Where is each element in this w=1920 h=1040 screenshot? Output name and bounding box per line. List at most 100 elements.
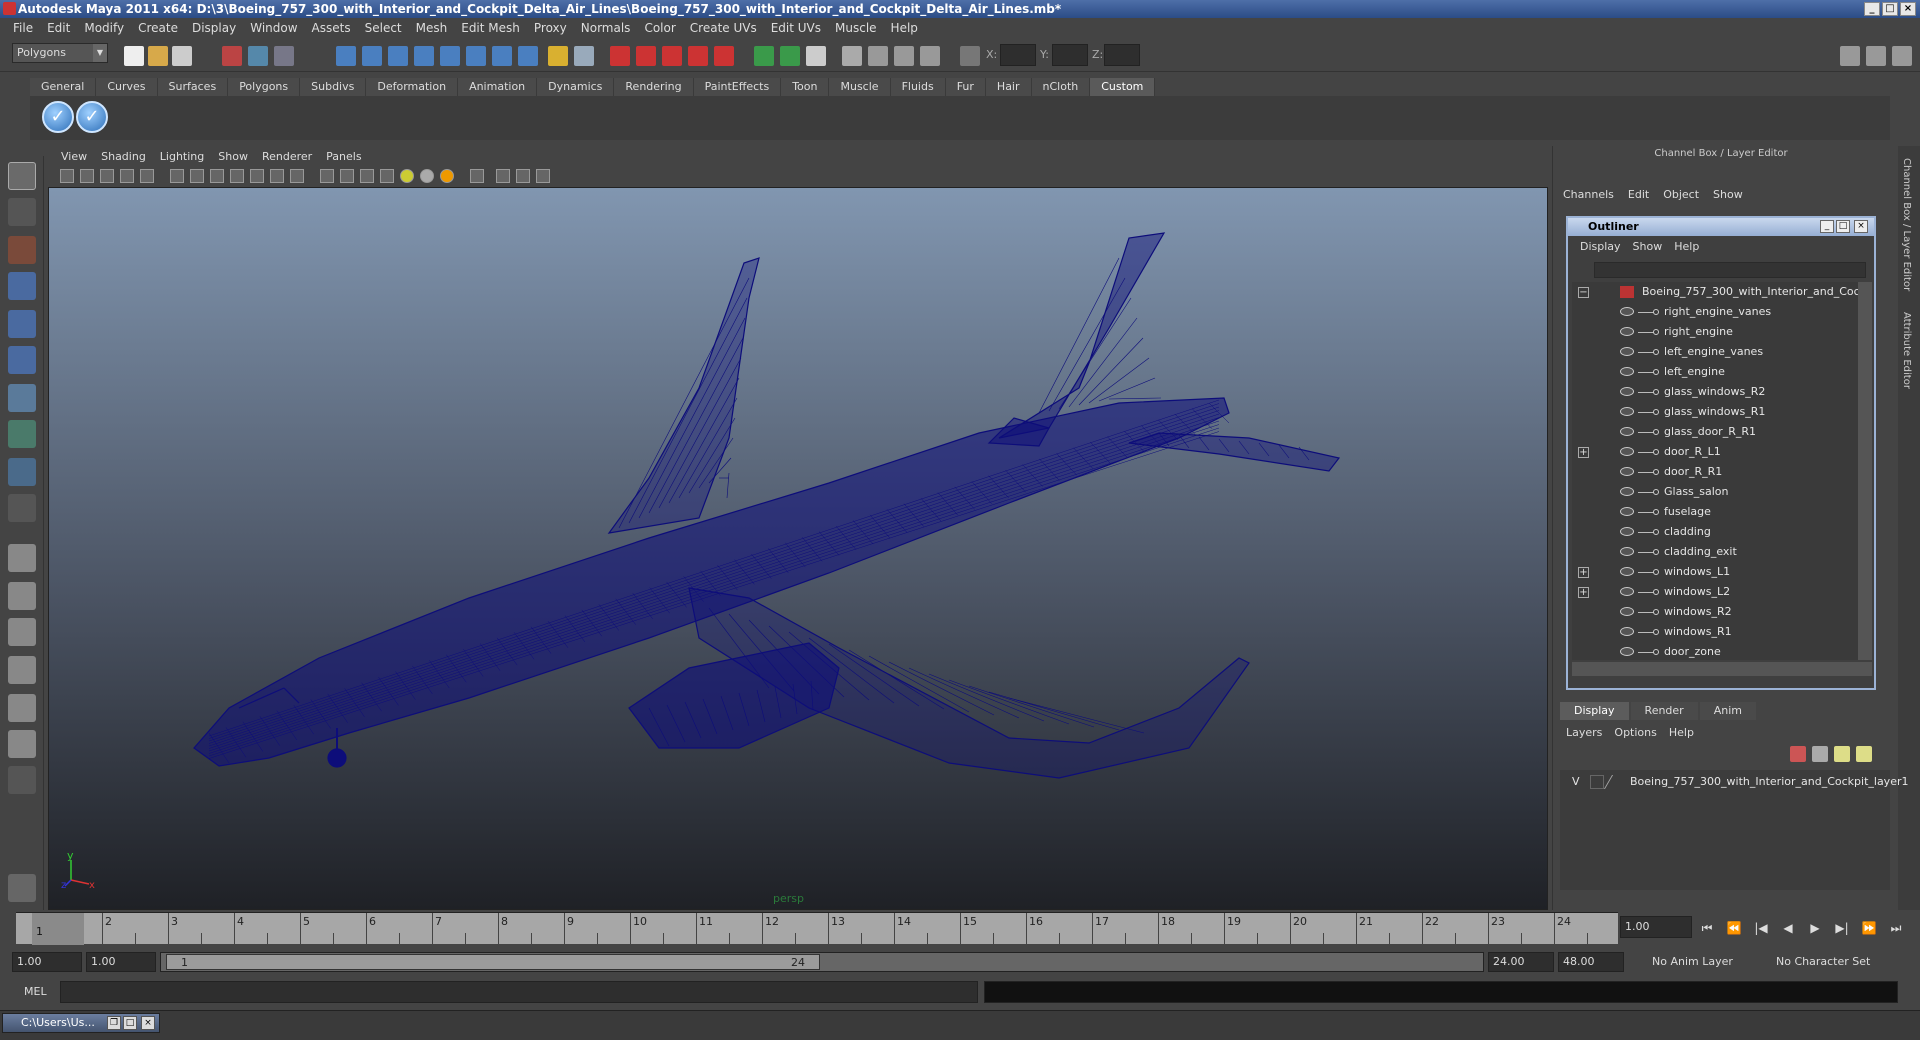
outliner-item[interactable]: left_engine_vanes (1572, 342, 1858, 362)
layer-color-icon[interactable] (1603, 775, 1627, 789)
maximize-button[interactable]: □ (1882, 2, 1898, 16)
menu-edit-uvs[interactable]: Edit UVs (764, 21, 828, 35)
checkmark-shelf-button-2[interactable]: ✓ (76, 101, 108, 133)
outliner-item[interactable]: cladding (1572, 522, 1858, 542)
outliner-help-menu[interactable]: Help (1668, 240, 1705, 253)
outliner-item[interactable]: glass_door_R_R1 (1572, 422, 1858, 442)
shelf-tab-polygons[interactable]: Polygons (228, 78, 301, 96)
wireframe-icon[interactable] (320, 169, 334, 183)
field-chart-icon[interactable] (250, 169, 264, 183)
snap-grid-icon[interactable] (336, 46, 356, 66)
menu-assets[interactable]: Assets (305, 21, 358, 35)
menu-color[interactable]: Color (637, 21, 682, 35)
select-object-icon[interactable] (248, 46, 268, 66)
expand-icon[interactable]: + (1578, 447, 1589, 458)
layer-create-empty-icon[interactable] (1834, 746, 1850, 762)
outliner-show-menu[interactable]: Show (1627, 240, 1669, 253)
select-hierarchy-icon[interactable] (222, 46, 242, 66)
lock-icon[interactable] (548, 46, 568, 66)
layer-visibility-toggle[interactable]: V (1572, 773, 1580, 791)
channel-box-side-tab[interactable]: Channel Box / Layer Editor (1901, 158, 1912, 291)
attribute-icon[interactable] (868, 46, 888, 66)
shelf-tab-general[interactable]: General (30, 78, 97, 96)
new-layer-icon[interactable] (1790, 746, 1806, 762)
step-forward-key-button[interactable]: ⏩ (1858, 918, 1880, 938)
all-lights-icon[interactable] (420, 169, 434, 183)
resolution-gate-icon[interactable] (210, 169, 224, 183)
restore-icon[interactable]: ❐ (107, 1016, 121, 1030)
move-tool-icon[interactable] (8, 272, 36, 300)
play-backward-button[interactable]: ◀ (1777, 918, 1799, 938)
viewport-menu-renderer[interactable]: Renderer (255, 150, 319, 163)
camera-attributes-icon[interactable] (80, 169, 94, 183)
persp-graph-layout-icon[interactable] (8, 656, 36, 684)
outliner-item[interactable]: cladding_exit (1572, 542, 1858, 562)
go-to-end-button[interactable]: ⏭ (1885, 918, 1907, 938)
shelf-tab-toon[interactable]: Toon (781, 78, 830, 96)
outliner-item[interactable]: right_engine_vanes (1572, 302, 1858, 322)
snap-surface-icon[interactable] (688, 46, 708, 66)
object-menu[interactable]: Object (1656, 188, 1706, 201)
outliner-item[interactable]: door_R_R1 (1572, 462, 1858, 482)
menu-display[interactable]: Display (185, 21, 243, 35)
channels-menu[interactable]: Channels (1556, 188, 1621, 201)
outliner-display-menu[interactable]: Display (1574, 240, 1627, 253)
shadows-icon[interactable] (440, 169, 454, 183)
outliner-item[interactable]: windows_R2 (1572, 602, 1858, 622)
gate-mask-icon[interactable] (230, 169, 244, 183)
open-scene-icon[interactable] (148, 46, 168, 66)
viewport-menu-view[interactable]: View (54, 150, 94, 163)
persp-graph-outliner-layout-icon[interactable] (8, 730, 36, 758)
outliner-filter-field[interactable] (1594, 262, 1866, 278)
viewport-menu-show[interactable]: Show (211, 150, 255, 163)
more-layouts-icon[interactable] (8, 766, 36, 794)
persp-outliner-layout-icon[interactable] (8, 618, 36, 646)
tool-settings-icon[interactable] (894, 46, 914, 66)
y-field[interactable] (1052, 44, 1088, 66)
viewport-menu-panels[interactable]: Panels (319, 150, 368, 163)
shelf-tab-curves[interactable]: Curves (96, 78, 158, 96)
minimize-button[interactable]: _ (1864, 2, 1880, 16)
show-menu[interactable]: Show (1706, 188, 1750, 201)
gesture-icon[interactable] (8, 874, 36, 902)
menu-create-uvs[interactable]: Create UVs (683, 21, 764, 35)
viewport-menu-shading[interactable]: Shading (94, 150, 153, 163)
layers-menu[interactable]: Layers (1560, 726, 1608, 739)
outliner-item[interactable]: + windows_L2 (1572, 582, 1858, 602)
safe-action-icon[interactable] (270, 169, 284, 183)
film-gate-icon[interactable] (190, 169, 204, 183)
layer-create-from-selected-icon[interactable] (1856, 746, 1872, 762)
perspective-viewport[interactable]: y z x persp (48, 187, 1548, 910)
hud-icon[interactable] (536, 169, 550, 183)
menu-mesh[interactable]: Mesh (409, 21, 455, 35)
playback-start-field[interactable]: 1.00 (86, 952, 156, 972)
render-settings-icon[interactable] (806, 46, 826, 66)
select-component-icon[interactable] (274, 46, 294, 66)
shelf-tab-subdivs[interactable]: Subdivs (300, 78, 367, 96)
question-icon[interactable] (518, 46, 538, 66)
smooth-shade-icon[interactable] (340, 169, 354, 183)
shelf-tab-deformation[interactable]: Deformation (366, 78, 459, 96)
anim-layer-dropdown[interactable]: No Anim Layer (1646, 952, 1756, 972)
shelf-tab-hair[interactable]: Hair (985, 78, 1032, 96)
outliner-item[interactable]: Glass_salon (1572, 482, 1858, 502)
animation-start-field[interactable]: 1.00 (12, 952, 82, 972)
step-back-frame-button[interactable]: |◀ (1750, 918, 1772, 938)
outliner-item[interactable]: right_engine (1572, 322, 1858, 342)
menu-edit-mesh[interactable]: Edit Mesh (454, 21, 527, 35)
xray-icon[interactable] (496, 169, 510, 183)
expand-icon[interactable]: + (1578, 587, 1589, 598)
edit-menu[interactable]: Edit (1621, 188, 1656, 201)
lasso-tool-icon[interactable] (8, 198, 36, 226)
go-to-start-button[interactable]: ⏮ (1696, 918, 1718, 938)
close-button[interactable]: × (1900, 2, 1916, 16)
z-field[interactable] (1104, 44, 1140, 66)
snap-view-plane-icon[interactable] (414, 46, 434, 66)
step-back-key-button[interactable]: ⏪ (1723, 918, 1745, 938)
shelf-tab-muscle[interactable]: Muscle (829, 78, 891, 96)
new-scene-icon[interactable] (124, 46, 144, 66)
maximize-icon[interactable]: □ (123, 1016, 137, 1030)
default-light-icon[interactable] (400, 169, 414, 183)
time-slider[interactable]: 123456789101112131415161718192021222324 … (16, 912, 1618, 945)
shelf-tab-surfaces[interactable]: Surfaces (157, 78, 229, 96)
